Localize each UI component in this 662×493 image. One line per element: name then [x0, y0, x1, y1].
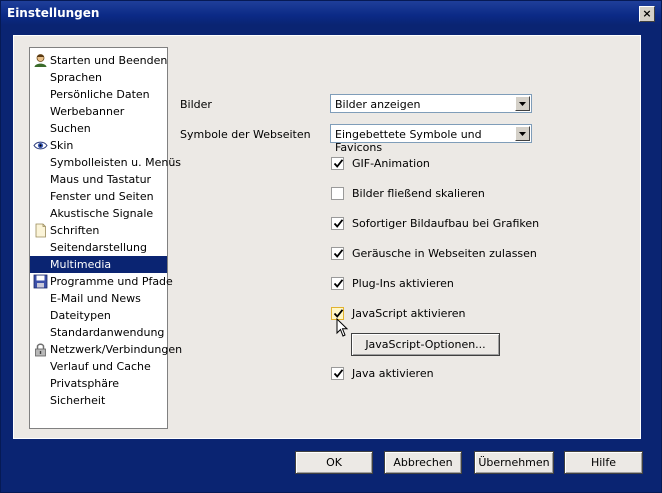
checkbox-2[interactable] — [331, 187, 344, 200]
favicons-label: Symbole der Webseiten — [180, 128, 311, 141]
checkbox-row-6[interactable]: JavaScript aktivieren — [331, 307, 561, 323]
tree-item-1[interactable]: Starten und Beenden — [30, 52, 167, 69]
javascript-options-button[interactable]: JavaScript-Optionen... — [351, 333, 500, 356]
checkmark-icon — [333, 279, 344, 288]
tree-item-label: Symbolleisten u. Menüs — [50, 156, 182, 169]
tree-item-2[interactable]: Sprachen — [30, 69, 167, 86]
tree-item-label: Suchen — [50, 122, 91, 135]
checkmark-icon — [333, 249, 344, 258]
tree-item-label: Starten und Beenden — [50, 54, 168, 67]
tree-item-label: Werbebanner — [50, 105, 125, 118]
mouse-cursor-icon — [336, 318, 349, 337]
checkmark-icon — [333, 159, 344, 168]
ok-button[interactable]: OK — [295, 451, 373, 474]
tree-item-15[interactable]: E-Mail und News — [30, 290, 167, 307]
tree-item-17[interactable]: Standardanwendung — [30, 324, 167, 341]
tree-item-4[interactable]: Werbebanner — [30, 103, 167, 120]
tree-item-label: Seitendarstellung — [50, 241, 147, 254]
tree-item-11[interactable]: Schriften — [30, 222, 167, 239]
checkbox-label: Plug-Ins aktivieren — [352, 277, 454, 290]
tree-item-label: Programme und Pfade — [50, 275, 173, 288]
checkbox-3[interactable] — [331, 217, 344, 230]
checkbox-4[interactable] — [331, 247, 344, 260]
tree-item-5[interactable]: Suchen — [30, 120, 167, 137]
tree-item-label: Maus und Tastatur — [50, 173, 152, 186]
tree-item-label: Multimedia — [50, 258, 112, 271]
apply-button[interactable]: Übernehmen — [474, 451, 554, 474]
tree-item-label: Sicherheit — [50, 394, 106, 407]
tree-item-label: Verlauf und Cache — [50, 360, 151, 373]
tree-item-label: Privatsphäre — [50, 377, 120, 390]
checkbox-row-5[interactable]: Plug-Ins aktivieren — [331, 277, 561, 293]
tree-item-label: Skin — [50, 139, 74, 152]
checkbox-1[interactable] — [331, 157, 344, 170]
checkbox-5[interactable] — [331, 277, 344, 290]
document-icon — [33, 223, 48, 238]
images-select[interactable]: Bilder anzeigen — [330, 94, 532, 113]
images-label: Bilder — [180, 98, 212, 111]
tree-item-21[interactable]: Sicherheit — [30, 392, 167, 409]
person-icon — [33, 53, 48, 68]
checkbox-row-4[interactable]: Geräusche in Webseiten zulassen — [331, 247, 561, 263]
tree-item-13[interactable]: Multimedia — [30, 256, 167, 273]
checkbox-label: JavaScript aktivieren — [352, 307, 466, 320]
tree-item-label: Persönliche Daten — [50, 88, 150, 101]
checkbox-label: Sofortiger Bildaufbau bei Grafiken — [352, 217, 540, 230]
tree-item-label: Dateitypen — [50, 309, 111, 322]
tree-item-label: Akustische Signale — [50, 207, 154, 220]
tree-item-label: Standardanwendung — [50, 326, 165, 339]
tree-item-3[interactable]: Persönliche Daten — [30, 86, 167, 103]
chevron-down-icon[interactable] — [515, 96, 530, 111]
favicons-select-value: Eingebettete Symbole und Favicons — [335, 128, 482, 154]
checkbox-label: Geräusche in Webseiten zulassen — [352, 247, 537, 260]
tree-item-10[interactable]: Akustische Signale — [30, 205, 167, 222]
help-button[interactable]: Hilfe — [564, 451, 643, 474]
checkbox-row-1[interactable]: GIF-Animation — [331, 157, 561, 173]
checkbox-label: Java aktivieren — [352, 367, 434, 380]
close-button[interactable]: × — [639, 6, 655, 22]
checkbox-label: GIF-Animation — [352, 157, 430, 170]
tree-item-6[interactable]: Skin — [30, 137, 167, 154]
tree-item-8[interactable]: Maus und Tastatur — [30, 171, 167, 188]
tree-item-12[interactable]: Seitendarstellung — [30, 239, 167, 256]
category-tree[interactable]: Starten und Beenden Sprachen Persönliche D… — [29, 47, 182, 429]
tree-item-16[interactable]: Dateitypen — [30, 307, 167, 324]
chevron-down-icon[interactable] — [515, 126, 530, 141]
checkbox-row-7[interactable]: Java aktivieren — [331, 367, 561, 383]
floppy-disk-icon — [33, 274, 48, 289]
checkbox-row-2[interactable]: Bilder fließend skalieren — [331, 187, 561, 203]
eye-icon — [33, 138, 48, 153]
checkbox-row-3[interactable]: Sofortiger Bildaufbau bei Grafiken — [331, 217, 561, 233]
tree-item-label: Schriften — [50, 224, 100, 237]
tree-item-label: Fenster und Seiten — [50, 190, 154, 203]
tree-item-18[interactable]: Netzwerk/Verbindungen — [30, 341, 182, 358]
favicons-select[interactable]: Eingebettete Symbole und Favicons — [330, 124, 532, 154]
tree-item-20[interactable]: Privatsphäre — [30, 375, 167, 392]
window-title: Einstellungen — [7, 6, 100, 20]
tree-item-label: E-Mail und News — [50, 292, 141, 305]
tree-item-7[interactable]: Symbolleisten u. Menüs — [30, 154, 181, 171]
title-bar[interactable]: Einstellungen × — [1, 1, 661, 25]
lock-icon — [33, 342, 48, 357]
tree-item-9[interactable]: Fenster und Seiten — [30, 188, 167, 205]
tree-item-19[interactable]: Verlauf und Cache — [30, 358, 167, 375]
checkmark-icon — [333, 369, 344, 378]
checkmark-icon — [333, 219, 344, 228]
checkbox-7[interactable] — [331, 367, 344, 380]
tree-item-label: Sprachen — [50, 71, 102, 84]
tree-item-14[interactable]: Programme und Pfade — [30, 273, 173, 290]
tree-item-label: Netzwerk/Verbindungen — [50, 343, 183, 356]
images-select-value: Bilder anzeigen — [335, 98, 421, 111]
cancel-button[interactable]: Abbrechen — [384, 451, 462, 474]
checkbox-label: Bilder fließend skalieren — [352, 187, 485, 200]
